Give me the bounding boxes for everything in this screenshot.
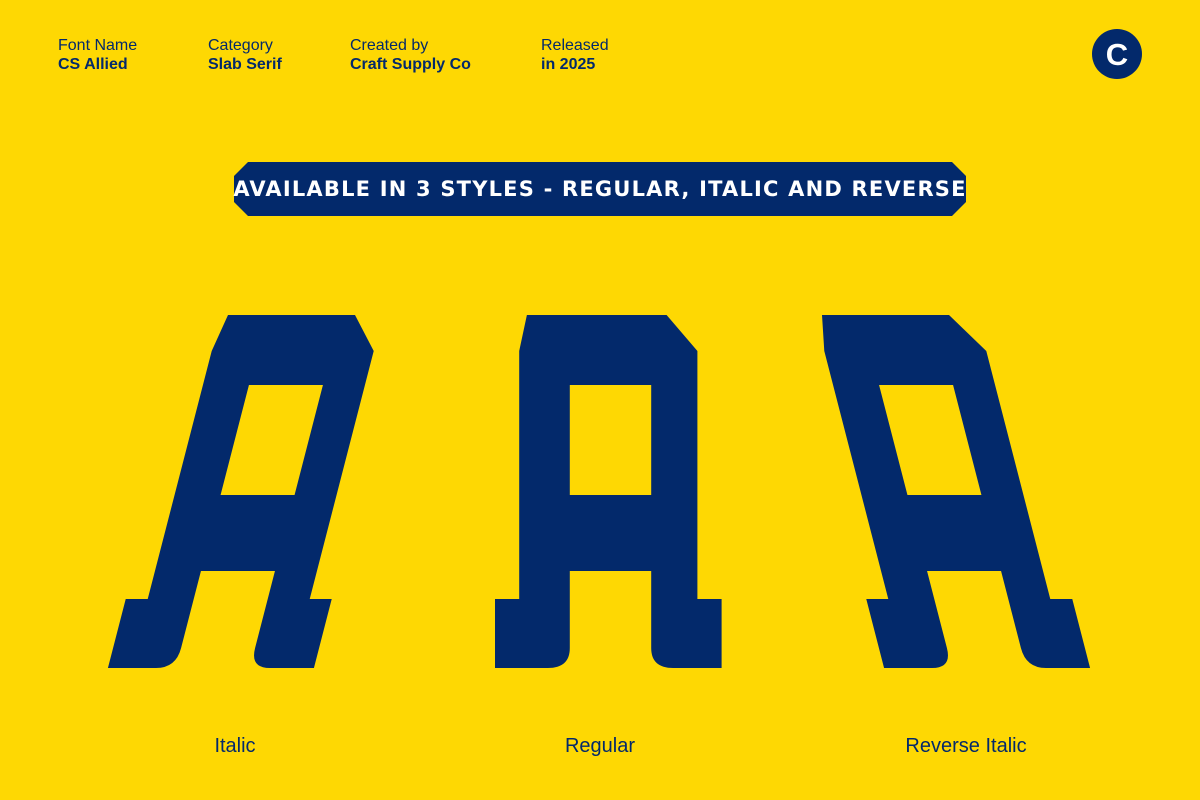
- glyph-a-italic: [107, 315, 406, 668]
- caption-italic: Italic: [214, 735, 256, 757]
- caption-reverse-italic: Reverse Italic: [905, 735, 1027, 757]
- glyph-a-regular: [495, 315, 722, 668]
- font-specimen-page: Font Name CS Allied Category Slab Serif …: [0, 0, 1200, 800]
- glyph-a-reverse-italic: [793, 315, 1091, 668]
- caption-regular: Regular: [564, 735, 636, 757]
- glyph-specimens: [107, 315, 1091, 668]
